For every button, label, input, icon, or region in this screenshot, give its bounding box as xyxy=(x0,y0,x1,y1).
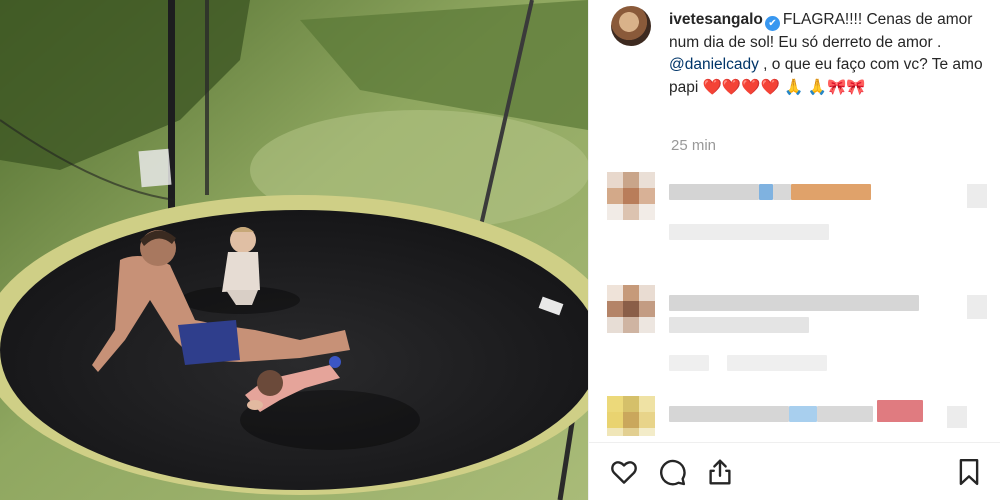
author-username[interactable]: ivetesangalo xyxy=(669,11,763,28)
caption-pray-emoji: 🙏 xyxy=(784,78,804,96)
post-caption: ivetesangalo ✔ FLAGRA!!!! Cenas de amor nu… xyxy=(669,9,999,99)
post-media-video[interactable] xyxy=(0,0,588,500)
comment-avatar xyxy=(607,396,655,444)
verified-badge-icon: ✔ xyxy=(764,16,780,31)
caption-pray-emoji-2: 🙏 xyxy=(807,78,828,96)
caption-mention-link[interactable]: @danielcady xyxy=(669,56,759,73)
caption-hearts-emoji: ❤️❤️❤️❤️ xyxy=(702,78,780,96)
comment-avatar xyxy=(607,172,655,220)
comment-item-blurred xyxy=(607,285,987,371)
comment-avatar xyxy=(607,285,655,333)
bookmark-icon[interactable] xyxy=(952,455,986,489)
post-details-panel: ivetesangalo ✔ FLAGRA!!!! Cenas de amor nu… xyxy=(588,0,1000,500)
post-action-bar xyxy=(589,442,1000,500)
trampoline-scene-image xyxy=(0,0,588,500)
heart-outline-icon[interactable] xyxy=(607,455,641,489)
speech-bubble-icon[interactable] xyxy=(655,455,689,489)
comment-item-blurred xyxy=(607,172,987,252)
post-timestamp[interactable]: 25 min xyxy=(671,137,716,154)
author-avatar[interactable] xyxy=(611,6,651,46)
caption-bows-emoji: 🎀🎀 xyxy=(827,78,866,96)
share-upload-icon[interactable] xyxy=(703,455,737,489)
